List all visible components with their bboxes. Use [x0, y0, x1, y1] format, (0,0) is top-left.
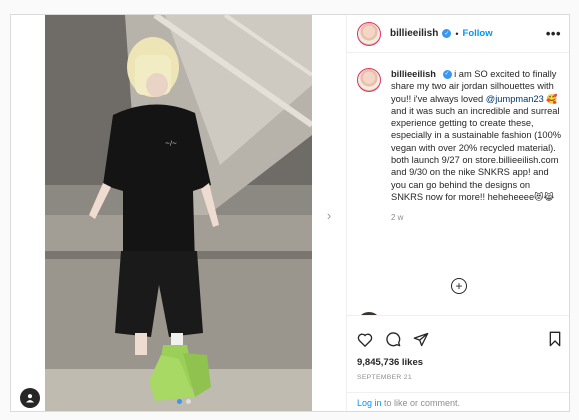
avatar[interactable]	[357, 21, 381, 46]
action-icons	[347, 316, 569, 350]
caption-part2: and it was such an incredible and surrea…	[391, 105, 562, 202]
svg-text:~/~: ~/~	[165, 140, 177, 147]
post-card: ~/~ › billieeilish ✓ • Follow ••• billie…	[10, 14, 570, 412]
post-side-panel: billieeilish ✓ • Follow ••• billieeilish…	[346, 15, 569, 411]
post-actions: 9,845,736 likes SEPTEMBER 21	[347, 315, 569, 381]
post-header: billieeilish ✓ • Follow •••	[347, 15, 569, 53]
carousel-dots	[177, 399, 191, 404]
post-date: SEPTEMBER 21	[357, 374, 412, 381]
carousel-dot-active	[177, 399, 182, 404]
login-prompt: to like or comment.	[381, 398, 461, 408]
caption-text: billieeilish ✓ i am SO excited to finall…	[391, 68, 562, 203]
share-icon[interactable]	[413, 332, 429, 347]
caption-timestamp: 2 w	[391, 213, 404, 223]
photo-illustration: ~/~	[45, 15, 312, 411]
follow-button[interactable]: Follow	[463, 28, 493, 39]
follow-separator: •	[455, 28, 459, 39]
heart-icon[interactable]	[357, 332, 373, 347]
caption-emoji-2: 😻😹	[534, 191, 555, 202]
post-photo-area: ~/~ ›	[11, 15, 346, 411]
bookmark-icon[interactable]	[548, 331, 562, 347]
next-arrow-icon[interactable]: ›	[319, 205, 339, 225]
carousel-dot	[186, 399, 191, 404]
add-comment-icon[interactable]: +	[451, 278, 467, 294]
login-bar: Log in to like or comment.	[347, 392, 569, 411]
user-tag-icon[interactable]	[20, 388, 40, 408]
caption: billieeilish ✓ i am SO excited to finall…	[347, 54, 569, 203]
header-username[interactable]: billieeilish	[390, 28, 438, 39]
verified-badge-icon: ✓	[442, 29, 452, 38]
verified-badge-icon: ✓	[442, 70, 452, 80]
login-link[interactable]: Log in	[357, 398, 382, 408]
comments-section[interactable]: billieeilish ✓ i am SO excited to finall…	[347, 54, 569, 315]
comment-icon[interactable]	[385, 331, 401, 347]
caption-username[interactable]: billieeilish	[391, 69, 436, 79]
caption-avatar[interactable]	[357, 68, 381, 92]
user-tag-glyph	[26, 394, 34, 403]
more-options-icon[interactable]: •••	[546, 26, 561, 41]
post-photo[interactable]: ~/~	[45, 15, 312, 411]
caption-mention[interactable]: @jumpman23	[486, 94, 544, 104]
caption-emoji-1: 🥰	[546, 93, 558, 104]
like-count[interactable]: 9,845,736 likes	[347, 350, 569, 368]
